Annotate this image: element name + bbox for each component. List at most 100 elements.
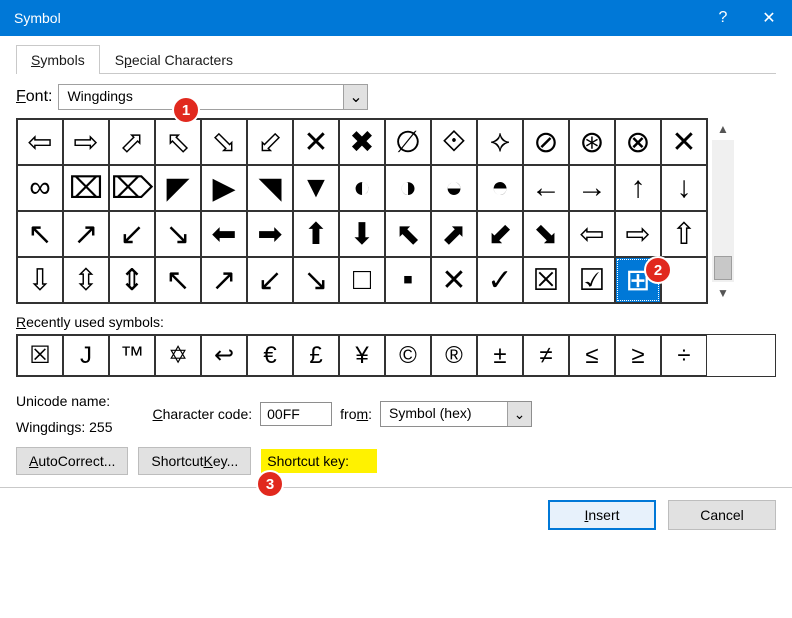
recent-cell[interactable]: ™	[109, 335, 155, 376]
dialog-body: Symbols Special Characters Font: Wingdin…	[0, 36, 792, 530]
symbol-grid: ⇦⇨⬀⬁⬂⬃✕✖∅⟐⟡⊘⊛⊗✕∞⌧⌦◤▶◥▼◐◑◒◓←→↑↓↖↗↙↘⬅➡⬆⬇⬉⬈…	[16, 118, 708, 304]
symbol-cell[interactable]: ∅	[385, 119, 431, 165]
symbol-cell[interactable]: ⬂	[201, 119, 247, 165]
symbol-cell[interactable]: ⬃	[247, 119, 293, 165]
recent-cell[interactable]: J	[63, 335, 109, 376]
symbol-cell[interactable]: ⇦	[17, 119, 63, 165]
symbol-cell[interactable]: ➡	[247, 211, 293, 257]
symbol-cell[interactable]: ⬆	[293, 211, 339, 257]
symbol-cell[interactable]: ⬅	[201, 211, 247, 257]
symbol-cell[interactable]: ◐	[339, 165, 385, 211]
symbol-cell[interactable]: ⬈	[431, 211, 477, 257]
scroll-thumb[interactable]	[714, 256, 732, 280]
recent-cell[interactable]: ©	[385, 335, 431, 376]
symbol-cell[interactable]: ▼	[293, 165, 339, 211]
symbol-cell[interactable]: ↘	[293, 257, 339, 303]
symbol-cell[interactable]: ⟐	[431, 119, 477, 165]
symbol-cell[interactable]: ⬇	[339, 211, 385, 257]
symbol-cell[interactable]: ⬉	[385, 211, 431, 257]
charcode-input[interactable]	[260, 402, 332, 426]
symbol-cell[interactable]: ⇨	[615, 211, 661, 257]
close-button[interactable]: ✕	[746, 0, 792, 36]
recent-cell[interactable]: ±	[477, 335, 523, 376]
recent-label: Recently used symbols:	[16, 314, 776, 330]
symbol-cell[interactable]: ▪	[385, 257, 431, 303]
symbol-cell[interactable]: ←	[523, 165, 569, 211]
annotation-badge-1: 1	[172, 96, 200, 124]
recent-cell[interactable]: ✡	[155, 335, 201, 376]
symbol-cell[interactable]: →	[569, 165, 615, 211]
meta-row: Unicode name: Wingdings: 255 Character c…	[16, 393, 776, 435]
tab-special-characters[interactable]: Special Characters	[100, 45, 248, 74]
chevron-down-icon[interactable]: ⌄	[507, 402, 531, 426]
symbol-cell[interactable]: ◑	[385, 165, 431, 211]
font-value: Wingdings	[59, 85, 343, 109]
symbol-cell[interactable]: ☑	[569, 257, 615, 303]
tab-symbols[interactable]: Symbols	[16, 45, 100, 74]
font-select[interactable]: Wingdings ⌄	[58, 84, 368, 110]
symbol-cell[interactable]: ↑	[615, 165, 661, 211]
symbol-cell[interactable]: □	[339, 257, 385, 303]
autocorrect-button[interactable]: AutoCorrect...	[16, 447, 128, 475]
symbol-cell[interactable]: ⊛	[569, 119, 615, 165]
from-select[interactable]: Symbol (hex) ⌄	[380, 401, 532, 427]
symbol-cell[interactable]: ↓	[661, 165, 707, 211]
symbol-cell[interactable]: ⇩	[17, 257, 63, 303]
symbol-cell[interactable]: ⇨	[63, 119, 109, 165]
chevron-down-icon[interactable]: ▼	[712, 282, 734, 304]
annotation-badge-3: 3	[256, 470, 284, 498]
symbol-cell[interactable]: ◒	[431, 165, 477, 211]
symbol-cell[interactable]: ▶	[201, 165, 247, 211]
symbol-cell[interactable]: ⬀	[109, 119, 155, 165]
symbol-cell[interactable]: ⬋	[477, 211, 523, 257]
recent-cell[interactable]: ≥	[615, 335, 661, 376]
symbol-cell[interactable]: ☒	[523, 257, 569, 303]
symbol-cell[interactable]: ⬁	[155, 119, 201, 165]
grid-scrollbar[interactable]: ▲ ▼	[712, 118, 734, 304]
symbol-cell[interactable]: ⟡	[477, 119, 523, 165]
symbol-cell[interactable]: ✕	[431, 257, 477, 303]
symbol-cell[interactable]: ↖	[17, 211, 63, 257]
recent-cell[interactable]: ≠	[523, 335, 569, 376]
insert-button[interactable]: Insert	[548, 500, 656, 530]
recent-cell[interactable]: ≤	[569, 335, 615, 376]
symbol-cell[interactable]: ⌦	[109, 165, 155, 211]
recent-cell[interactable]: ®	[431, 335, 477, 376]
charcode-row: Character code: from: Symbol (hex) ⌄	[153, 393, 533, 435]
symbol-cell[interactable]: ⇳	[63, 257, 109, 303]
symbol-cell[interactable]: ✓	[477, 257, 523, 303]
help-button[interactable]: ?	[700, 0, 746, 36]
recent-cell[interactable]: ☒	[17, 335, 63, 376]
shortcut-key-button[interactable]: Shortcut Key...	[138, 447, 251, 475]
cancel-button[interactable]: Cancel	[668, 500, 776, 530]
recent-cell[interactable]: €	[247, 335, 293, 376]
symbol-cell[interactable]: ◤	[155, 165, 201, 211]
symbol-cell[interactable]: ↗	[63, 211, 109, 257]
symbol-cell[interactable]: ◓	[477, 165, 523, 211]
symbol-cell[interactable]: ↗	[201, 257, 247, 303]
recent-cell[interactable]: ↩	[201, 335, 247, 376]
symbol-cell[interactable]: ↘	[155, 211, 201, 257]
recent-cell[interactable]: ¥	[339, 335, 385, 376]
symbol-cell[interactable]: ⊘	[523, 119, 569, 165]
symbol-cell[interactable]: ↙	[109, 211, 155, 257]
symbol-cell[interactable]: ✖	[339, 119, 385, 165]
symbol-cell[interactable]: ✕	[293, 119, 339, 165]
window-title: Symbol	[14, 10, 700, 26]
symbol-cell[interactable]: ⇧	[661, 211, 707, 257]
symbol-cell[interactable]: ✕	[661, 119, 707, 165]
symbol-cell[interactable]: ⇦	[569, 211, 615, 257]
symbol-cell[interactable]: ↙	[247, 257, 293, 303]
symbol-cell[interactable]: ⌧	[63, 165, 109, 211]
chevron-down-icon[interactable]: ⌄	[343, 85, 367, 109]
symbol-cell[interactable]: ⇕	[109, 257, 155, 303]
scroll-track[interactable]	[712, 140, 734, 282]
recent-cell[interactable]: ÷	[661, 335, 707, 376]
symbol-cell[interactable]: ↖	[155, 257, 201, 303]
symbol-cell[interactable]: ⬊	[523, 211, 569, 257]
symbol-cell[interactable]: ⊗	[615, 119, 661, 165]
symbol-cell[interactable]: ◥	[247, 165, 293, 211]
symbol-cell[interactable]: ∞	[17, 165, 63, 211]
recent-cell[interactable]: £	[293, 335, 339, 376]
chevron-up-icon[interactable]: ▲	[712, 118, 734, 140]
